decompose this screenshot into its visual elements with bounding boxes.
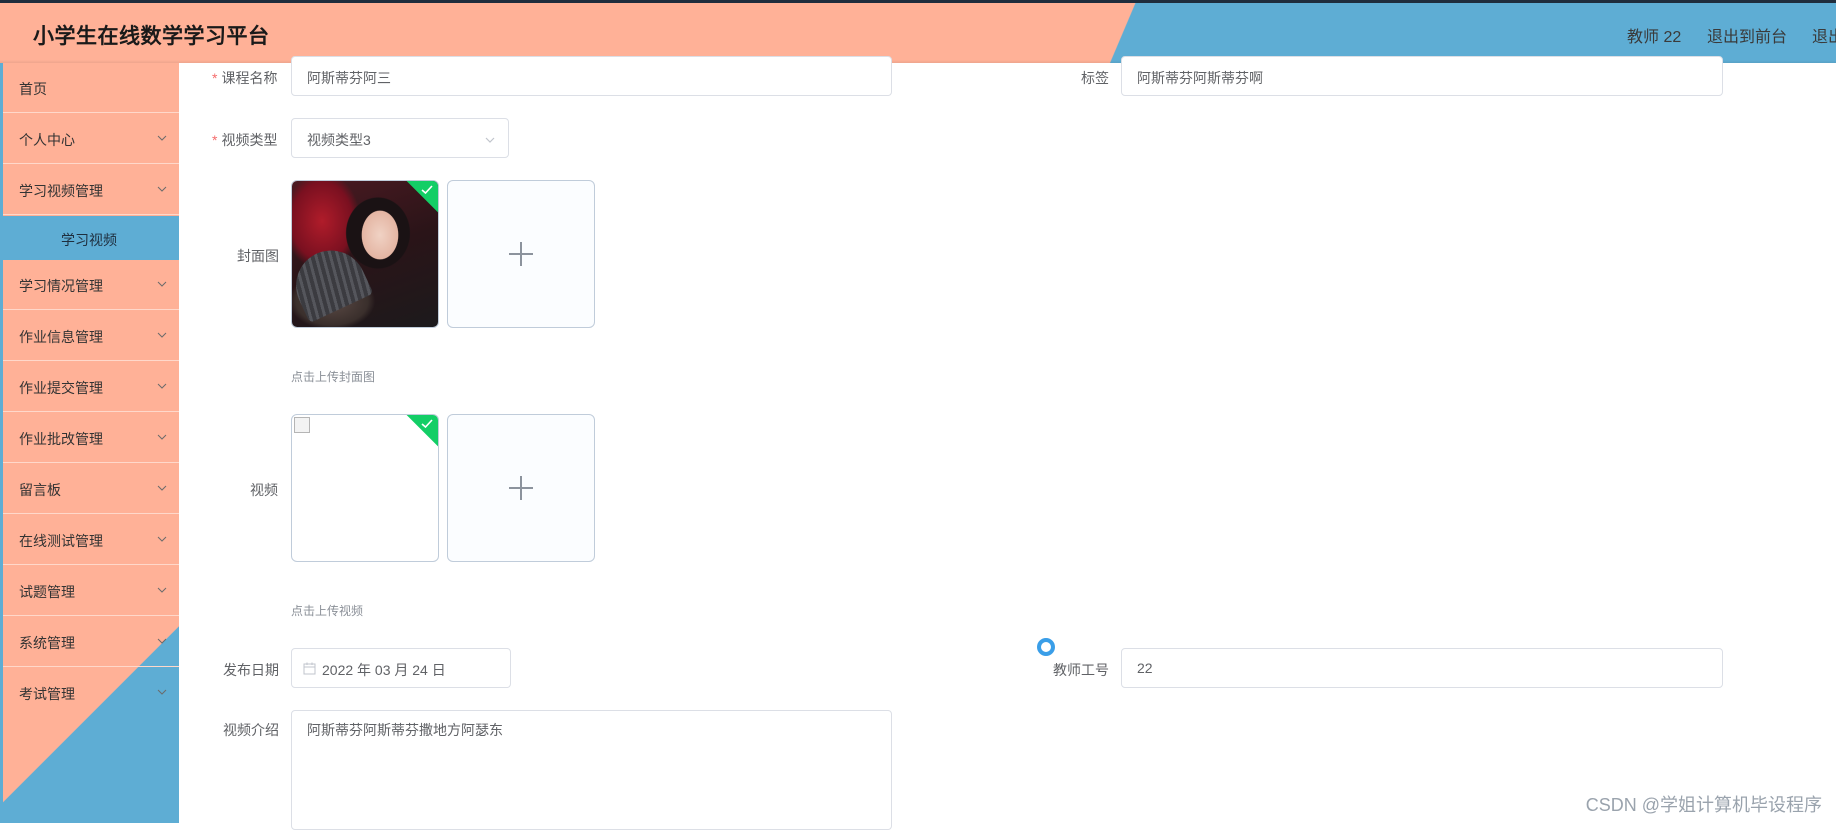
sidebar-item-label: 在线测试管理 xyxy=(19,531,103,551)
course-name-value: 阿斯蒂芬阿三 xyxy=(307,68,391,88)
header-top-border xyxy=(0,0,1836,3)
broken-image-icon xyxy=(294,417,310,433)
teacher-id-label: 教师工号 xyxy=(1053,660,1109,680)
plus-icon xyxy=(509,476,533,500)
sidebar-subitem-label: 学习视频 xyxy=(61,230,117,250)
video-intro-label: 视频介绍 xyxy=(223,720,279,740)
chevron-down-icon xyxy=(157,381,167,391)
video-upload-tip: 点击上传视频 xyxy=(291,602,363,619)
chevron-down-icon xyxy=(157,432,167,442)
sidebar-menu: 首页 个人中心 学习视频管理 学习视频 学习情况管理 作业信息管理 作业提交管理… xyxy=(0,63,179,823)
video-upload-button[interactable] xyxy=(447,414,595,562)
tag-input[interactable]: 阿斯蒂芬阿斯蒂芬啊 xyxy=(1121,56,1723,96)
sidebar-item-exam[interactable]: 考试管理 xyxy=(3,668,179,718)
top-header: 小学生在线数学学习平台 教师 22 退出到前台 退出 xyxy=(0,0,1836,63)
sidebar-item-label: 学习视频管理 xyxy=(19,181,103,201)
chevron-down-icon xyxy=(157,585,167,595)
sidebar-item-label: 留言板 xyxy=(19,480,61,500)
check-icon xyxy=(420,418,434,430)
video-thumbnail[interactable] xyxy=(291,414,439,562)
chevron-down-icon xyxy=(157,636,167,646)
required-asterisk: * xyxy=(212,70,217,86)
fan-shape xyxy=(291,239,373,323)
tag-value: 阿斯蒂芬阿斯蒂芬啊 xyxy=(1137,68,1263,88)
video-intro-value: 阿斯蒂芬阿斯蒂芬撒地方阿瑟东 xyxy=(307,720,503,740)
cursor-indicator-icon xyxy=(1037,638,1055,656)
teacher-id-value: 22 xyxy=(1137,660,1153,676)
sidebar-item-label: 试题管理 xyxy=(19,582,75,602)
cover-label: 封面图 xyxy=(237,246,279,266)
sidebar-item-home[interactable]: 首页 xyxy=(3,63,179,113)
sidebar-item-question-bank[interactable]: 试题管理 xyxy=(3,566,179,616)
sidebar-item-personal-center[interactable]: 个人中心 xyxy=(3,114,179,164)
logout-link[interactable]: 退出 xyxy=(1812,23,1836,47)
chevron-down-icon xyxy=(157,279,167,289)
cover-upload-button[interactable] xyxy=(447,180,595,328)
video-label: 视频 xyxy=(250,480,278,500)
sidebar-item-label: 系统管理 xyxy=(19,633,75,653)
required-asterisk: * xyxy=(212,132,217,148)
chevron-down-icon xyxy=(157,330,167,340)
sidebar-subitem-study-video[interactable]: 学习视频 xyxy=(3,216,179,260)
sidebar-item-homework-submit[interactable]: 作业提交管理 xyxy=(3,362,179,412)
chevron-down-icon xyxy=(157,483,167,493)
video-type-select[interactable]: 视频类型3 xyxy=(291,118,509,158)
sidebar-item-online-test[interactable]: 在线测试管理 xyxy=(3,515,179,565)
cover-image xyxy=(292,181,438,327)
video-type-value: 视频类型3 xyxy=(307,130,371,150)
teacher-id-input[interactable]: 22 xyxy=(1121,648,1723,688)
sidebar-item-label: 学习情况管理 xyxy=(19,276,103,296)
cover-image-thumbnail[interactable] xyxy=(291,180,439,328)
sidebar-item-homework-info[interactable]: 作业信息管理 xyxy=(3,311,179,361)
current-user-label: 教师 22 xyxy=(1627,23,1681,47)
sidebar-item-homework-grading[interactable]: 作业批改管理 xyxy=(3,413,179,463)
course-name-input[interactable]: 阿斯蒂芬阿三 xyxy=(291,56,892,96)
sidebar-item-label: 考试管理 xyxy=(19,684,75,704)
video-intro-textarea[interactable]: 阿斯蒂芬阿斯蒂芬撒地方阿瑟东 xyxy=(291,710,892,830)
chevron-up-icon xyxy=(157,184,167,194)
check-icon xyxy=(420,184,434,196)
publish-date-label: 发布日期 xyxy=(223,660,279,680)
video-type-label: *视频类型 xyxy=(212,130,277,150)
sidebar-item-label: 个人中心 xyxy=(19,130,75,150)
sidebar-item-label: 作业批改管理 xyxy=(19,429,103,449)
publish-date-picker[interactable]: 2022 年 03 月 24 日 xyxy=(291,648,511,688)
tag-label: 标签 xyxy=(1081,68,1109,88)
chevron-down-icon xyxy=(157,534,167,544)
course-name-label: *课程名称 xyxy=(212,68,277,88)
chevron-down-icon xyxy=(484,133,496,151)
cover-upload-tip: 点击上传封面图 xyxy=(291,368,375,385)
watermark: CSDN @学姐计算机毕设程序 xyxy=(1586,791,1822,817)
sidebar-item-system[interactable]: 系统管理 xyxy=(3,617,179,667)
exit-to-front-link[interactable]: 退出到前台 xyxy=(1707,23,1787,47)
chevron-down-icon xyxy=(157,687,167,697)
sidebar-item-label: 作业信息管理 xyxy=(19,327,103,347)
publish-date-value: 2022 年 03 月 24 日 xyxy=(322,660,446,680)
chevron-down-icon xyxy=(157,133,167,143)
sidebar-item-video-management[interactable]: 学习视频管理 xyxy=(3,165,179,215)
sidebar-item-label: 首页 xyxy=(19,79,47,99)
plus-icon xyxy=(509,242,533,266)
sidebar-item-study-status[interactable]: 学习情况管理 xyxy=(3,260,179,310)
calendar-icon xyxy=(303,662,316,680)
app-title: 小学生在线数学学习平台 xyxy=(33,20,270,50)
sidebar-item-label: 作业提交管理 xyxy=(19,378,103,398)
sidebar-item-message-board[interactable]: 留言板 xyxy=(3,464,179,514)
